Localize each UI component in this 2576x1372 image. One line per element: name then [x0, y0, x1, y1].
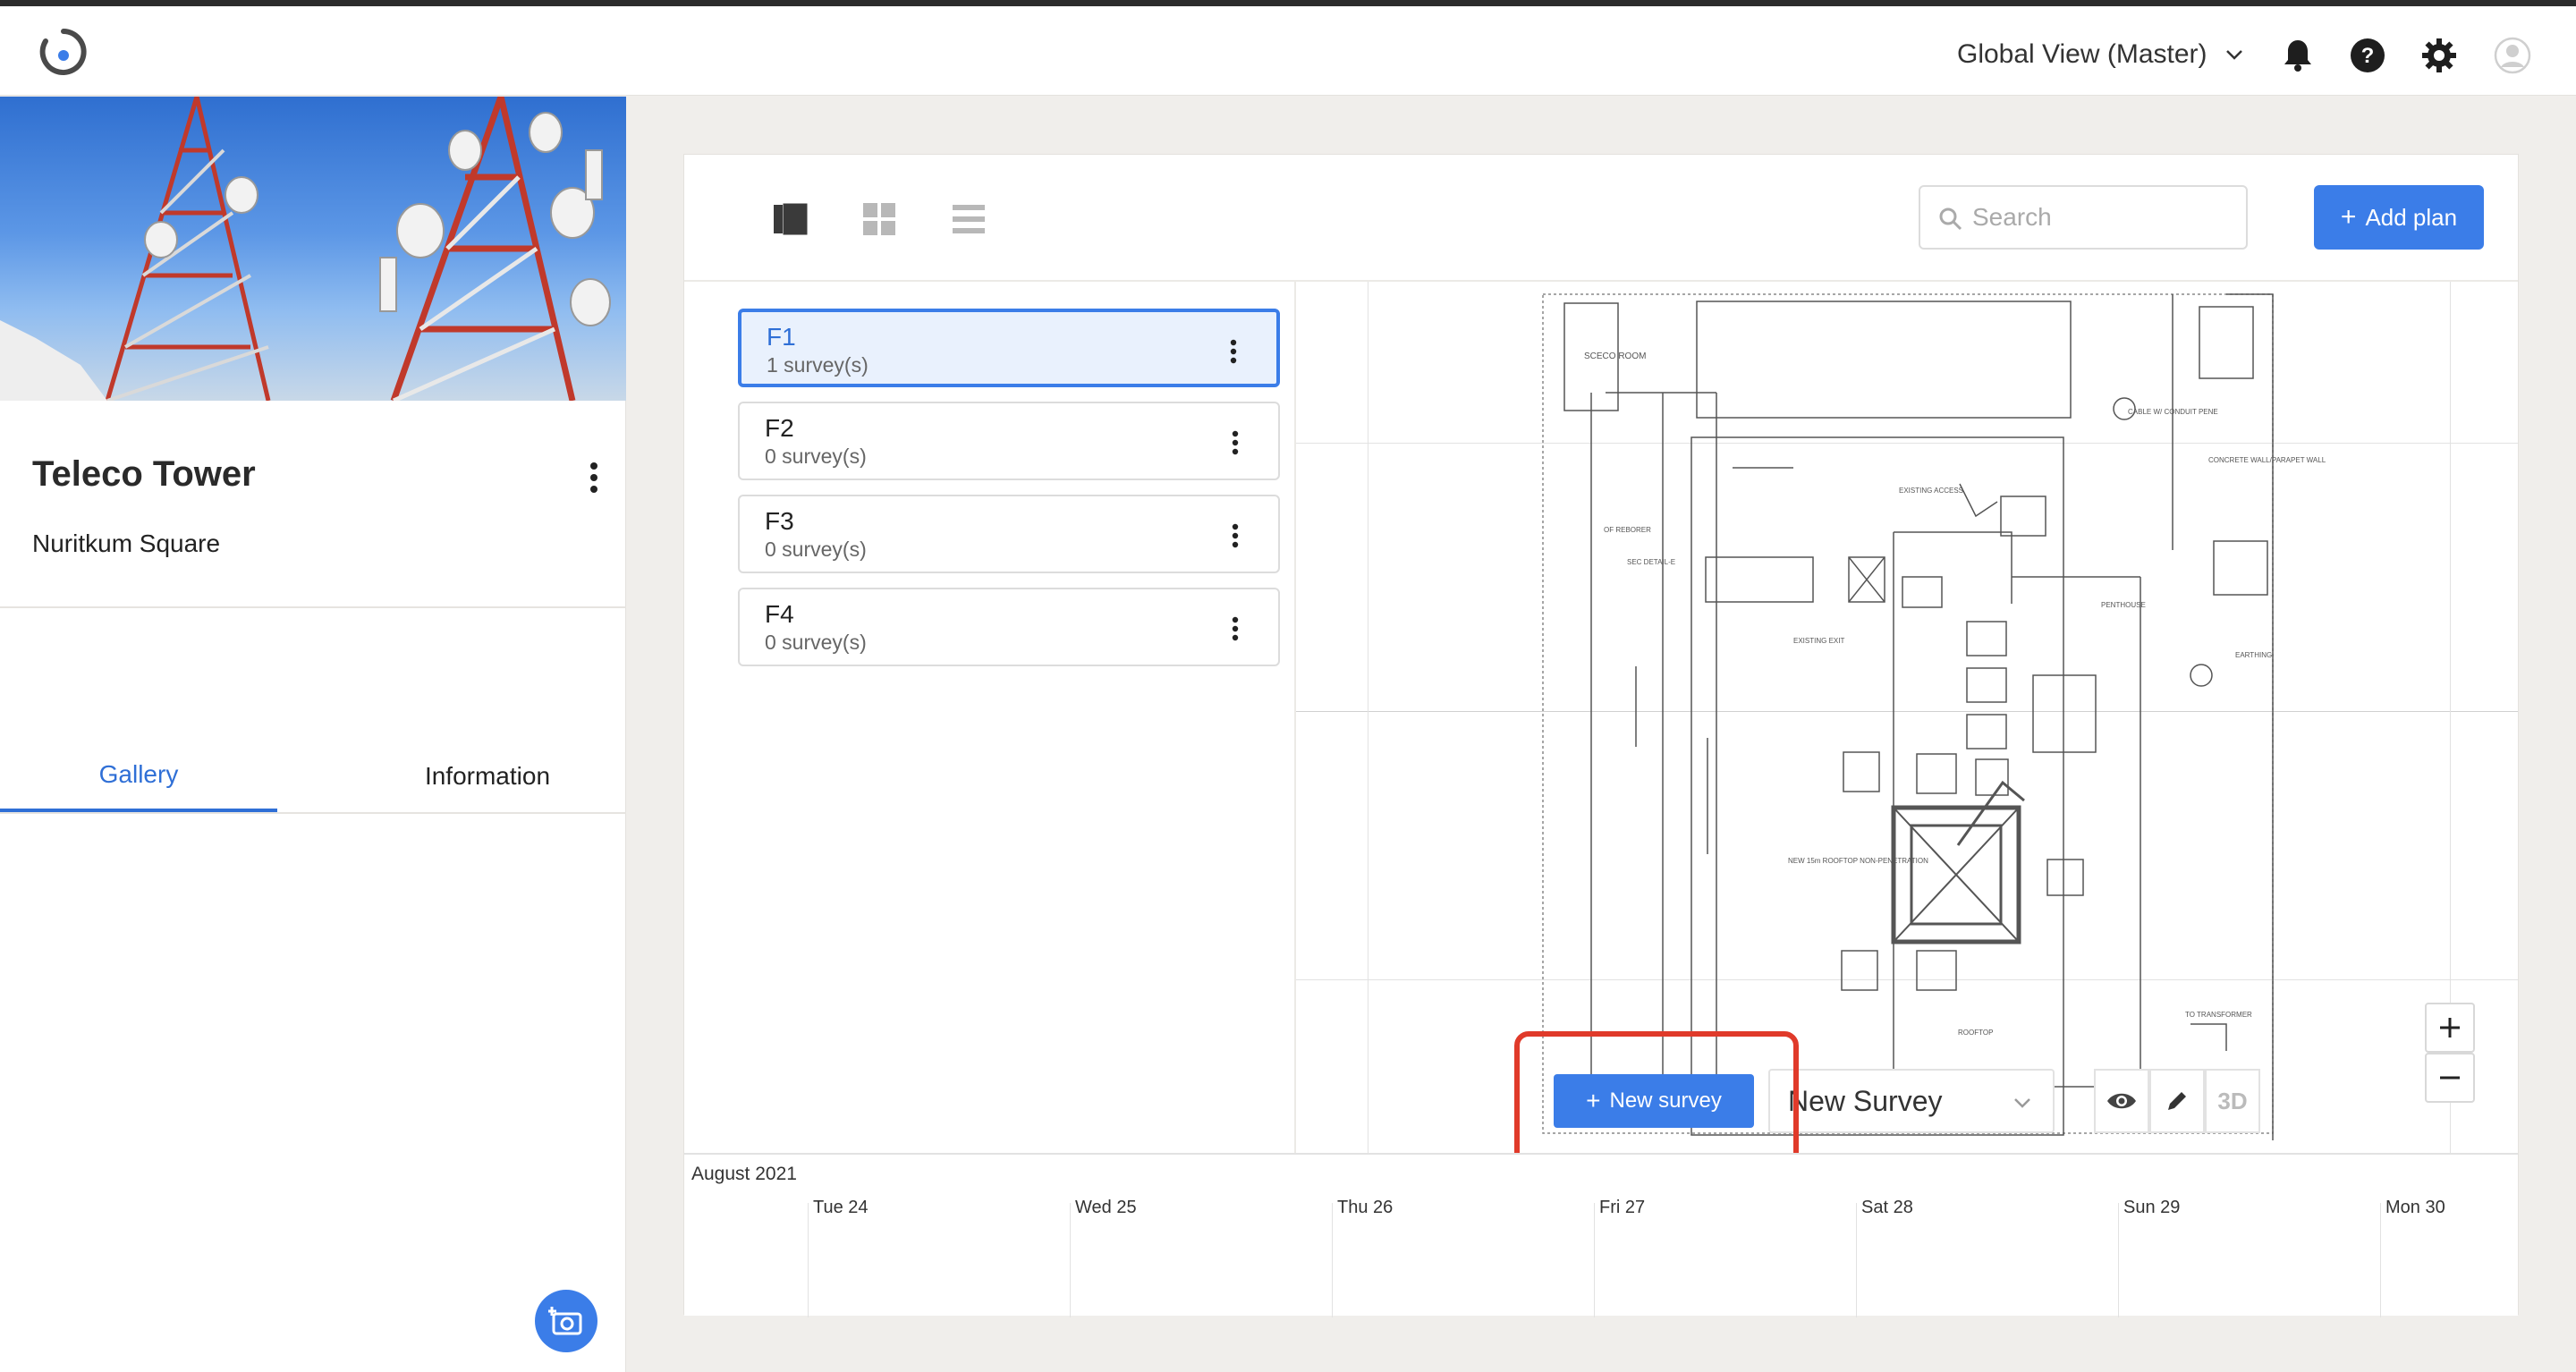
divider [0, 606, 626, 608]
timeline-day-divider [1594, 1203, 1595, 1317]
svg-text:PENTHOUSE: PENTHOUSE [2101, 601, 2146, 609]
help-icon[interactable]: ? [2349, 37, 2386, 74]
plans-card: Search + Add plan F1 1 survey(s) F2 0 su… [683, 154, 2519, 1317]
plan-name: F4 [765, 600, 794, 628]
search-icon [1939, 207, 1962, 231]
timeline-month: August 2021 [691, 1164, 797, 1184]
plan-name: F2 [765, 414, 794, 442]
gear-icon[interactable] [2420, 37, 2458, 74]
survey-select[interactable]: New Survey [1768, 1069, 2055, 1133]
plus-icon: + [2340, 202, 2357, 232]
project-more-menu-icon[interactable] [576, 458, 612, 497]
floor-plan-drawing: SCECO ROOM CABLE W/ CONDUIT PENE CONCRET… [1542, 293, 2326, 1140]
3d-view-button[interactable]: 3D [2205, 1069, 2260, 1133]
floor-plan-viewer[interactable]: SCECO ROOM CABLE W/ CONDUIT PENE CONCRET… [1296, 282, 2518, 1155]
svg-text:ROOFTOP: ROOFTOP [1958, 1029, 1993, 1037]
timeline-day: Sun 29 [2123, 1198, 2181, 1217]
project-panel: Teleco Tower Nuritkum Square Gallery Inf… [0, 97, 626, 1372]
plus-icon [2440, 1018, 2460, 1037]
zoom-in-button[interactable] [2425, 1003, 2475, 1053]
plan-item-f2[interactable]: F2 0 survey(s) [738, 402, 1280, 480]
highlight-annotation [1514, 1031, 1799, 1171]
window-top-strip [0, 0, 2576, 6]
svg-text:NEW 15m ROOFTOP NON-PENETRATIO: NEW 15m ROOFTOP NON-PENETRATION [1788, 857, 1928, 865]
plan-survey-count: 0 survey(s) [765, 631, 867, 654]
timeline-day: Tue 24 [813, 1198, 869, 1217]
bell-icon[interactable] [2279, 37, 2317, 74]
plan-more-menu-icon[interactable] [1224, 425, 1246, 461]
plan-more-menu-icon[interactable] [1224, 611, 1246, 647]
survey-select-value: New Survey [1788, 1084, 1943, 1117]
eye-icon[interactable] [2094, 1069, 2149, 1133]
project-title: Teleco Tower [32, 454, 256, 494]
plan-item-f1[interactable]: F1 1 survey(s) [738, 309, 1280, 387]
minus-icon [2440, 1076, 2460, 1080]
add-photo-icon [548, 1307, 582, 1335]
survey-timeline[interactable]: August 2021 Tue 24 Wed 25 Thu 26 Fri 27 … [684, 1153, 2518, 1317]
svg-text:OF REBORER: OF REBORER [1604, 526, 1651, 534]
timeline-day-divider [808, 1203, 809, 1317]
plan-more-menu-icon[interactable] [1223, 334, 1244, 369]
split-view-icon[interactable] [770, 199, 809, 239]
timeline-day-divider [1856, 1203, 1857, 1317]
add-plan-button[interactable]: + Add plan [2314, 185, 2484, 250]
plan-more-menu-icon[interactable] [1224, 518, 1246, 554]
plan-survey-count: 0 survey(s) [765, 538, 867, 561]
search-placeholder: Search [1972, 203, 2052, 231]
plan-item-f3[interactable]: F3 0 survey(s) [738, 495, 1280, 573]
list-view-icon[interactable] [949, 199, 988, 239]
add-photo-button[interactable] [535, 1290, 597, 1352]
timeline-day: Mon 30 [2385, 1198, 2445, 1217]
add-plan-label: Add plan [2365, 203, 2458, 231]
svg-text:?: ? [2361, 44, 2375, 68]
app-logo-icon[interactable] [39, 28, 88, 76]
3d-label: 3D [2217, 1087, 2248, 1114]
plan-list: F1 1 survey(s) F2 0 survey(s) F3 0 surve… [738, 309, 1280, 681]
plan-survey-count: 1 survey(s) [767, 353, 869, 377]
chevron-down-icon [2225, 50, 2242, 60]
timeline-day: Wed 25 [1075, 1198, 1137, 1217]
timeline-day: Sat 28 [1861, 1198, 1913, 1217]
zoom-out-button[interactable] [2425, 1053, 2475, 1103]
user-avatar-icon[interactable] [2494, 37, 2531, 74]
timeline-day: Fri 27 [1599, 1198, 1646, 1217]
project-subtitle: Nuritkum Square [32, 529, 221, 557]
chevron-down-icon [2014, 1098, 2030, 1108]
grid-view-icon[interactable] [860, 199, 899, 239]
project-cover-image [0, 97, 626, 401]
svg-text:SCECO ROOM: SCECO ROOM [1584, 351, 1646, 361]
svg-text:EXISTING ACCESS: EXISTING ACCESS [1899, 487, 1963, 495]
tab-gallery[interactable]: Gallery [0, 741, 277, 812]
timeline-day-divider [1332, 1203, 1333, 1317]
svg-text:SEC DETAIL-E: SEC DETAIL-E [1627, 558, 1675, 566]
timeline-day-divider [2380, 1203, 2381, 1317]
search-input[interactable]: Search [1919, 185, 2248, 250]
plan-item-f4[interactable]: F4 0 survey(s) [738, 588, 1280, 666]
svg-text:EXISTING EXIT: EXISTING EXIT [1793, 637, 1844, 645]
plan-name: F3 [765, 507, 794, 535]
plan-name: F1 [767, 323, 796, 351]
timeline-day: Thu 26 [1337, 1198, 1394, 1217]
view-selector-label: Global View (Master) [1957, 39, 2207, 69]
timeline-day-divider [1070, 1203, 1071, 1317]
svg-text:CABLE W/ CONDUIT PENE: CABLE W/ CONDUIT PENE [2128, 408, 2218, 416]
timeline-day-divider [2118, 1203, 2119, 1317]
plan-survey-count: 0 survey(s) [765, 445, 867, 468]
tab-information[interactable]: Information [349, 741, 626, 812]
svg-text:CONCRETE WALL/PARAPET WALL: CONCRETE WALL/PARAPET WALL [2208, 456, 2326, 464]
svg-text:TO TRANSFORMER: TO TRANSFORMER [2185, 1011, 2252, 1019]
view-selector[interactable]: Global View (Master) [1957, 37, 2245, 72]
project-tabs: Gallery Information [0, 741, 626, 814]
top-bar: Global View (Master) ? [0, 6, 2576, 96]
svg-text:EARTHING: EARTHING [2235, 651, 2272, 659]
edit-pencil-icon[interactable] [2149, 1069, 2205, 1133]
